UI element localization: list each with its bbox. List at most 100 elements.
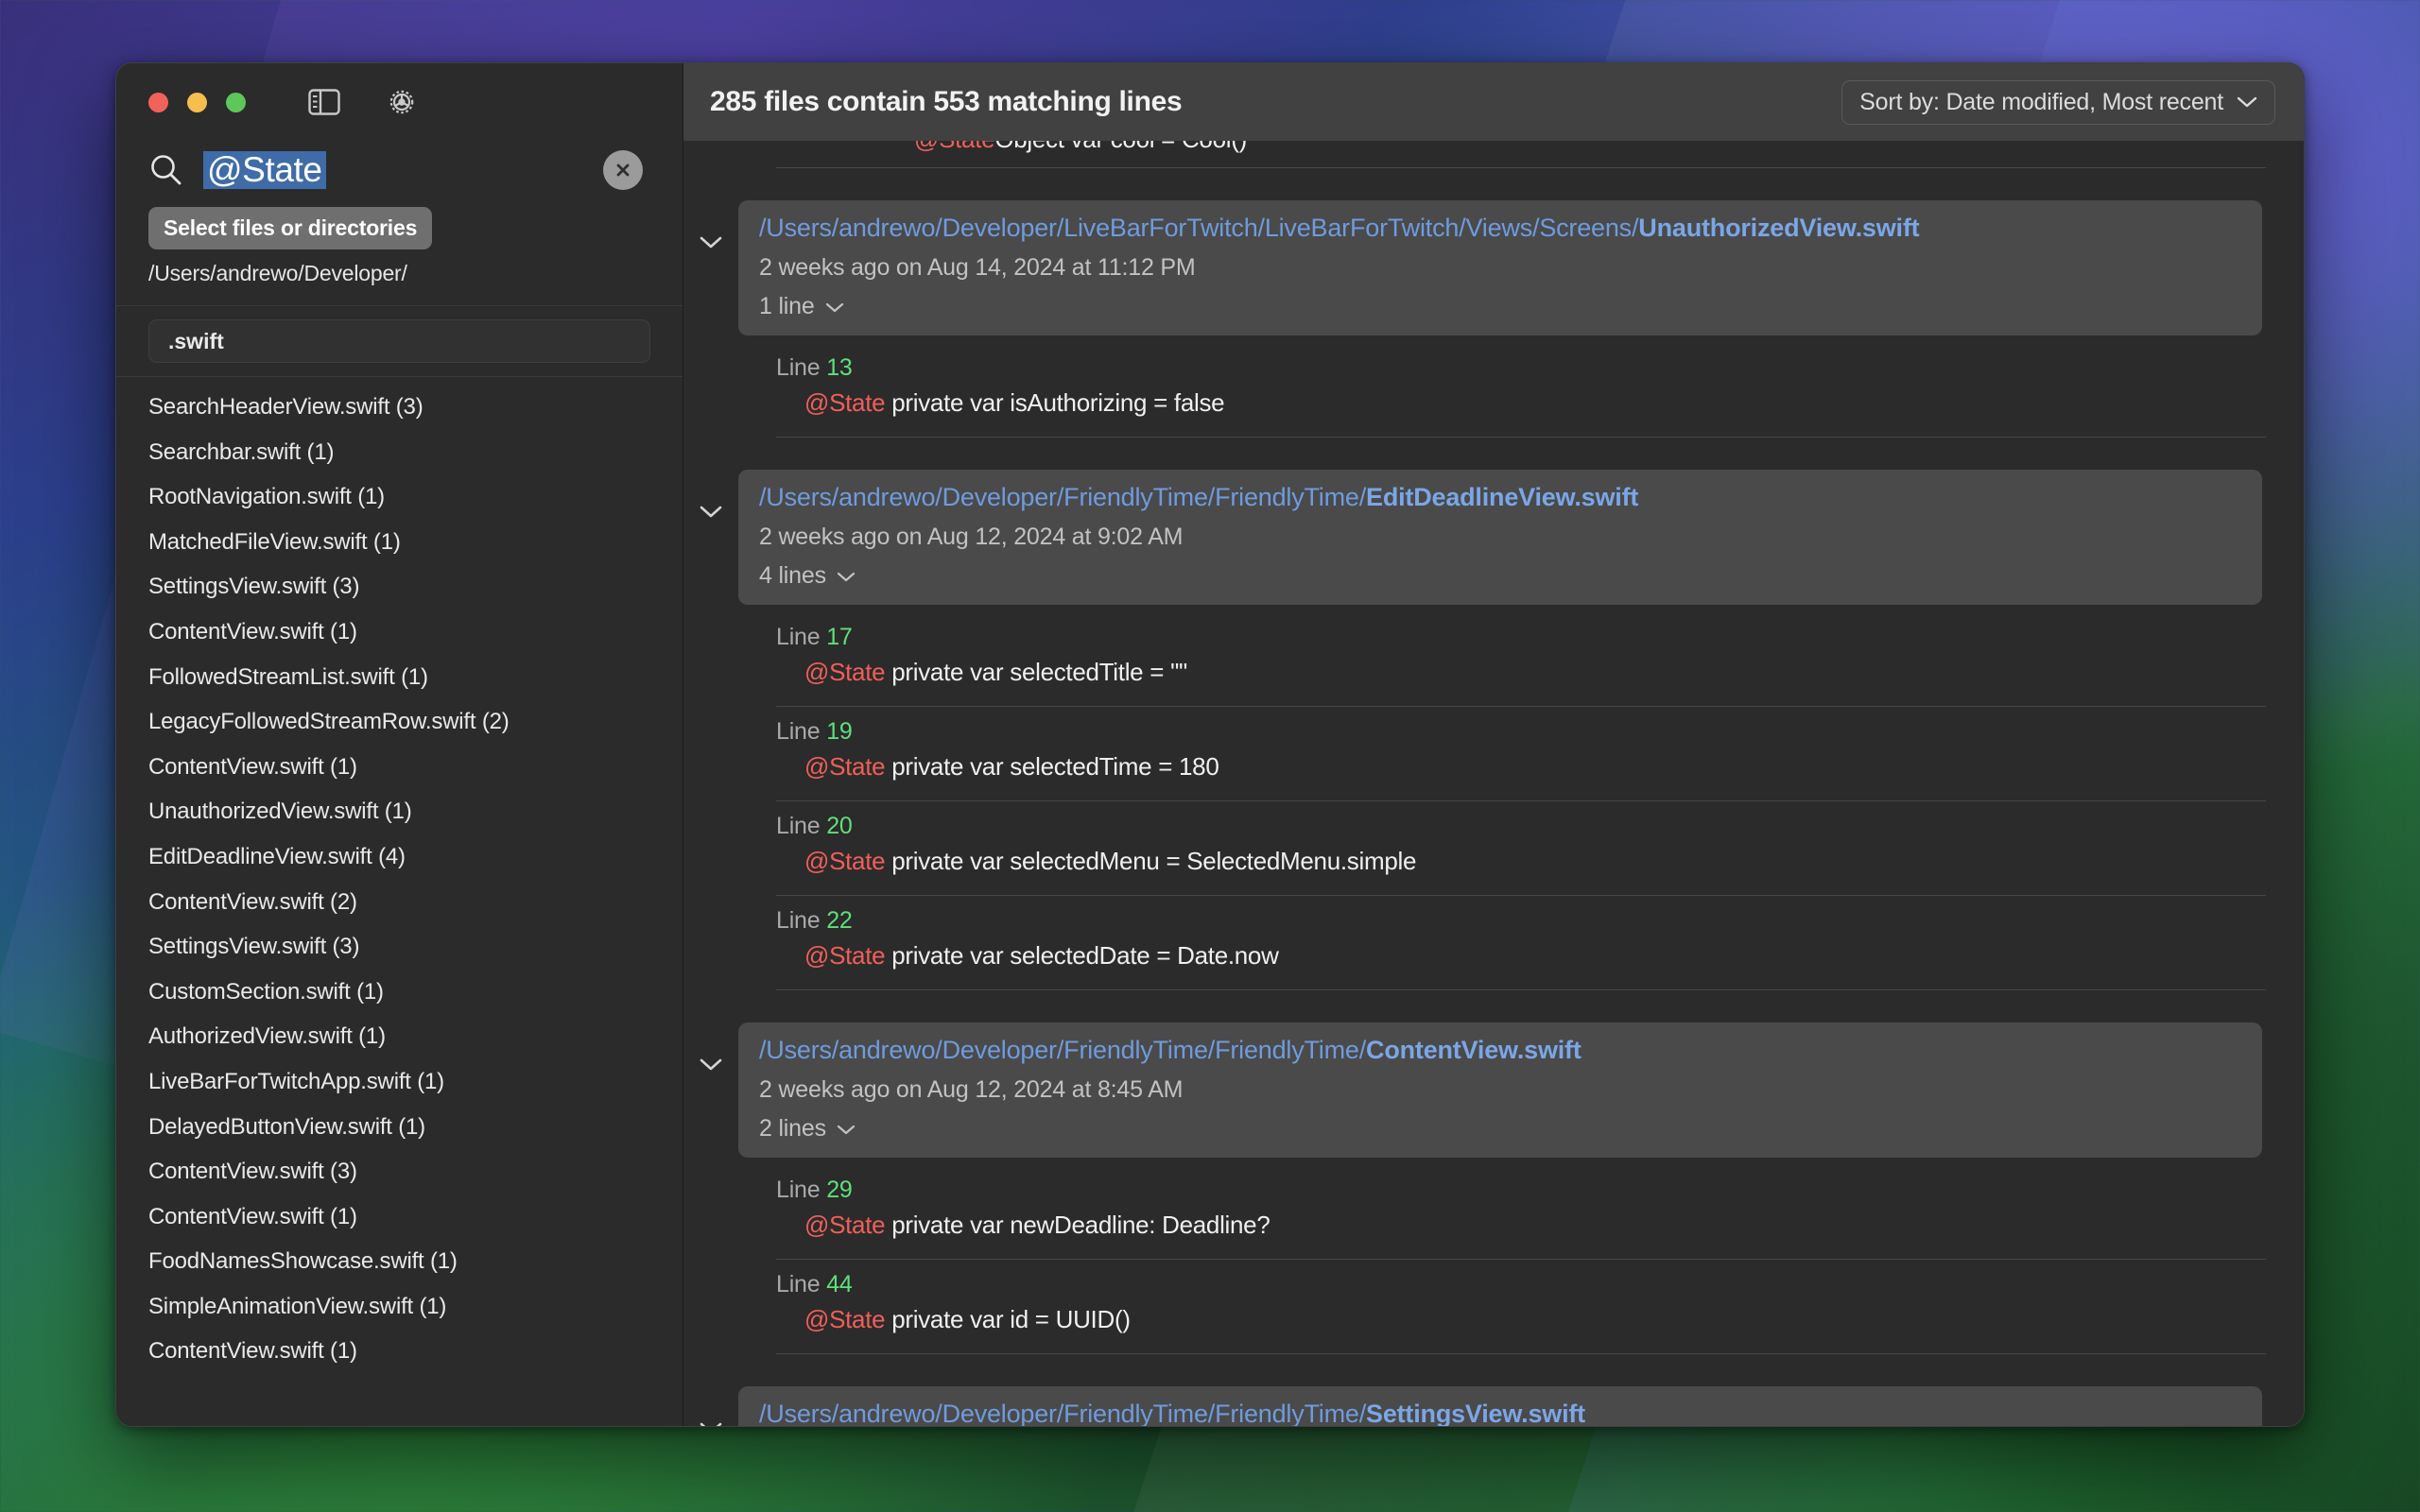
minimize-button[interactable]	[187, 92, 207, 112]
list-item[interactable]: ContentView.swift (2)	[116, 880, 683, 925]
list-item[interactable]: LiveBarForTwitchApp.swift (1)	[116, 1059, 683, 1105]
group-header[interactable]: /Users/andrewo/Developer/LiveBarForTwitc…	[683, 200, 2304, 335]
list-item[interactable]: RootNavigation.swift (1)	[116, 474, 683, 520]
line-number: Line 29	[776, 1177, 853, 1203]
list-item[interactable]: SimpleAnimationView.swift (1)	[116, 1284, 683, 1330]
group-file-name: SettingsView.swift	[1366, 1400, 1585, 1426]
result-group-partial[interactable]: /Users/andrewo/Developer/FriendlyTime/Fr…	[683, 1386, 2304, 1426]
list-item[interactable]: FollowedStreamList.swift (1)	[116, 655, 683, 700]
list-item[interactable]: MatchedFileView.swift (1)	[116, 520, 683, 565]
group-dir: /Users/andrewo/Developer/LiveBarForTwitc…	[759, 214, 1639, 242]
list-item[interactable]: ContentView.swift (1)	[116, 610, 683, 655]
list-item[interactable]: DelayedButtonView.swift (1)	[116, 1105, 683, 1150]
sort-by-label: Sort by: Date modified, Most recent	[1859, 88, 2223, 115]
window-titlebar	[116, 63, 683, 141]
group-header[interactable]: /Users/andrewo/Developer/FriendlyTime/Fr…	[683, 1386, 2304, 1426]
divider	[776, 1353, 2266, 1354]
code-line: @State private var selectedTime = 180	[804, 752, 1219, 781]
group-header[interactable]: /Users/andrewo/Developer/FriendlyTime/Fr…	[683, 470, 2304, 605]
result-line[interactable]: Line 17 @State private var selectedTitle …	[683, 612, 2304, 696]
group-line-count[interactable]: 1 line	[759, 293, 2241, 320]
sort-by-dropdown[interactable]: Sort by: Date modified, Most recent	[1841, 79, 2275, 125]
result-line[interactable]: Line 44 @State private var id = UUID()	[683, 1260, 2304, 1344]
result-group[interactable]: /Users/andrewo/Developer/LiveBarForTwitc…	[683, 200, 2304, 438]
list-item[interactable]: ContentView.swift (1)	[116, 1194, 683, 1240]
line-number-value: 13	[826, 354, 853, 381]
line-number-value: 19	[826, 718, 853, 745]
group-dir: /Users/andrewo/Developer/FriendlyTime/Fr…	[759, 1036, 1367, 1064]
group-lines: Line 29 @State private var newDeadline: D…	[683, 1165, 2304, 1354]
chevron-down-icon[interactable]	[683, 200, 738, 249]
clear-search-icon[interactable]	[603, 150, 643, 190]
traffic-lights	[148, 92, 246, 112]
line-number: Line 20	[776, 813, 853, 839]
zoom-button[interactable]	[226, 92, 246, 112]
list-item[interactable]: ContentView.swift (1)	[116, 745, 683, 790]
match-token: @State	[804, 1211, 886, 1239]
match-token: @State	[804, 388, 886, 417]
group-modified-date: 2 weeks ago on Aug 12, 2024 at 8:45 AM	[759, 1076, 1184, 1103]
search-bar[interactable]: @State	[116, 141, 683, 207]
result-line[interactable]: Line 22 @State private var selectedDate =…	[683, 896, 2304, 980]
list-item[interactable]: EditDeadlineView.swift (4)	[116, 834, 683, 880]
list-item[interactable]: AuthorizedView.swift (1)	[116, 1014, 683, 1059]
group-modified-date: 2 weeks ago on Aug 12, 2024 at 9:02 AM	[759, 524, 1184, 550]
code-line: @StateObject var cool = Cool()	[793, 141, 2304, 154]
line-number-value: 44	[826, 1271, 853, 1297]
list-item[interactable]: SettingsView.swift (3)	[116, 924, 683, 970]
chevron-down-icon[interactable]	[683, 470, 738, 519]
code-line: @State private var selectedDate = Date.n…	[804, 941, 1279, 970]
group-modified-date: 2 weeks ago on Aug 14, 2024 at 11:12 PM	[759, 254, 1196, 281]
chevron-down-icon[interactable]	[683, 1022, 738, 1072]
line-number: Line 22	[776, 907, 853, 934]
group-file-name: UnauthorizedView.swift	[1638, 214, 1920, 242]
results-list[interactable]: @StateObject var cool = Cool() /Users/an…	[683, 141, 2304, 1426]
close-button[interactable]	[148, 92, 168, 112]
group-lines: Line 17 @State private var selectedTitle …	[683, 612, 2304, 990]
group-line-count-label: 2 lines	[759, 1115, 826, 1142]
list-item[interactable]: LegacyFollowedStreamRow.swift (2)	[116, 699, 683, 745]
list-item[interactable]: CustomSection.swift (1)	[116, 970, 683, 1015]
result-group[interactable]: /Users/andrewo/Developer/FriendlyTime/Fr…	[683, 470, 2304, 990]
search-icon	[148, 152, 184, 188]
app-window: @State Select files or directories /User…	[115, 62, 2305, 1427]
results-inner: @StateObject var cool = Cool() /Users/an…	[683, 141, 2304, 1426]
result-group[interactable]: /Users/andrewo/Developer/FriendlyTime/Fr…	[683, 1022, 2304, 1354]
result-line[interactable]: Line 29 @State private var newDeadline: D…	[683, 1165, 2304, 1249]
group-line-count[interactable]: 2 lines	[759, 1115, 2241, 1143]
group-file-path[interactable]: /Users/andrewo/Developer/LiveBarForTwitc…	[759, 214, 2241, 243]
group-file-path[interactable]: /Users/andrewo/Developer/FriendlyTime/Fr…	[759, 483, 2241, 512]
match-token: @State	[804, 752, 886, 781]
select-files-button[interactable]: Select files or directories	[148, 207, 433, 249]
group-header[interactable]: /Users/andrewo/Developer/FriendlyTime/Fr…	[683, 1022, 2304, 1158]
sidebar: @State Select files or directories /User…	[116, 63, 683, 1426]
gear-icon[interactable]	[386, 86, 418, 118]
list-item[interactable]: Searchbar.swift (1)	[116, 430, 683, 475]
result-line[interactable]: Line 20 @State private var selectedMenu =…	[683, 801, 2304, 885]
group-file-name: ContentView.swift	[1366, 1036, 1582, 1064]
chevron-down-icon	[837, 562, 856, 590]
matched-file-list[interactable]: SearchHeaderView.swift (3) Searchbar.swif…	[116, 376, 683, 1426]
divider	[776, 167, 2266, 168]
group-line-count-label: 4 lines	[759, 562, 826, 589]
list-item[interactable]: ContentView.swift (3)	[116, 1149, 683, 1194]
code-line: @State private var selectedMenu = Select…	[804, 847, 1417, 875]
list-item[interactable]: FoodNamesShowcase.swift (1)	[116, 1239, 683, 1284]
group-card: /Users/andrewo/Developer/FriendlyTime/Fr…	[738, 1022, 2262, 1158]
result-line[interactable]: Line 19 @State private var selectedTime =…	[683, 707, 2304, 791]
group-card: /Users/andrewo/Developer/FriendlyTime/Fr…	[738, 470, 2262, 605]
group-line-count[interactable]: 4 lines	[759, 562, 2241, 590]
sidebar-toggle-icon[interactable]	[308, 86, 340, 118]
search-input[interactable]: @State	[203, 150, 584, 190]
chevron-down-icon[interactable]	[683, 1386, 738, 1426]
list-item[interactable]: UnauthorizedView.swift (1)	[116, 789, 683, 834]
list-item[interactable]: ContentView.swift (1)	[116, 1329, 683, 1374]
group-file-path[interactable]: /Users/andrewo/Developer/FriendlyTime/Fr…	[759, 1400, 2241, 1426]
extension-filter-input[interactable]: .swift	[148, 319, 650, 363]
result-line[interactable]: Line 13 @State private var isAuthorizing …	[683, 343, 2304, 427]
list-item[interactable]: SearchHeaderView.swift (3)	[116, 385, 683, 430]
list-item[interactable]: SettingsView.swift (3)	[116, 564, 683, 610]
extension-filter-wrap: .swift	[116, 305, 683, 376]
group-card: /Users/andrewo/Developer/FriendlyTime/Fr…	[738, 1386, 2262, 1426]
group-file-path[interactable]: /Users/andrewo/Developer/FriendlyTime/Fr…	[759, 1036, 2241, 1065]
